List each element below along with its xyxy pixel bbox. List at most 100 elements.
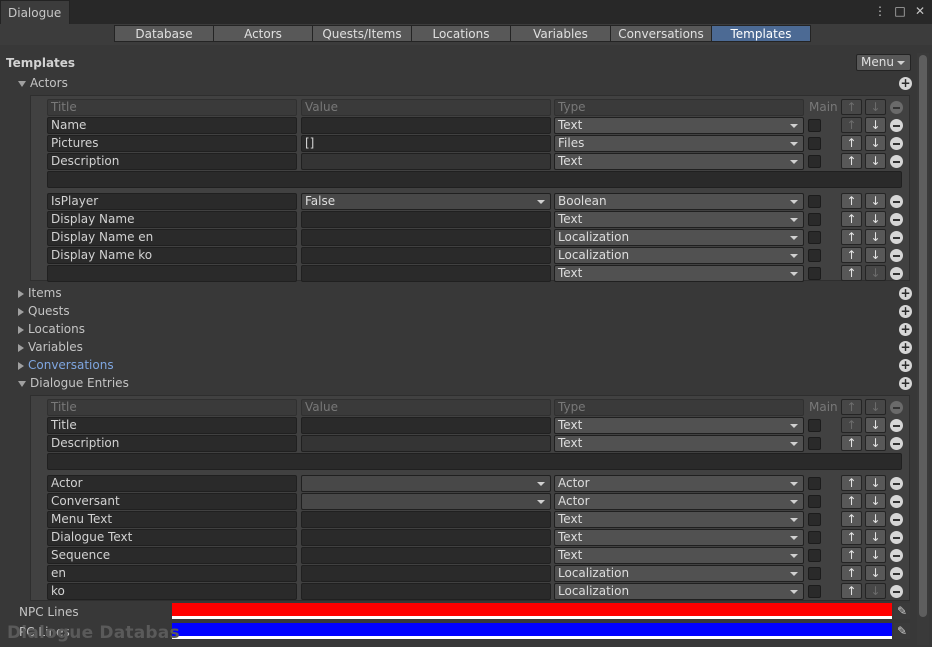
add-icon[interactable]: + <box>899 323 912 336</box>
dialogue-row-2-title-field[interactable]: Actor <box>47 475 297 492</box>
dialogue-row-7-main-checkbox[interactable] <box>808 567 821 580</box>
pc-color-swatch[interactable] <box>172 623 892 636</box>
dialogue-row-4-value-field[interactable] <box>301 511 551 528</box>
dialogue-row-1-remove-icon[interactable] <box>890 437 903 450</box>
foldout-variables[interactable]: Variables <box>18 340 83 354</box>
dialogue-row-6-main-checkbox[interactable] <box>808 549 821 562</box>
actors-row-7-move-up-icon[interactable]: ↑ <box>841 265 862 281</box>
dialogue-row-6-value-field[interactable] <box>301 547 551 564</box>
dialogue-row-2-main-checkbox[interactable] <box>808 477 821 490</box>
actors-row-1-type-dropdown[interactable]: Files <box>554 135 804 152</box>
actors-row-5-value-field[interactable] <box>301 229 551 246</box>
dialogue-row-3-remove-icon[interactable] <box>890 495 903 508</box>
window-tab[interactable]: Dialogue <box>0 0 70 24</box>
dialogue-row-2-type-dropdown[interactable]: Actor <box>554 475 804 492</box>
dialogue-row-7-move-down-icon[interactable]: ↓ <box>865 565 886 581</box>
tab-conversations[interactable]: Conversations <box>610 25 712 42</box>
actors-row-2-move-up-icon[interactable]: ↑ <box>841 153 862 169</box>
npc-color-swatch[interactable] <box>172 603 892 616</box>
actors-row-4-move-up-icon[interactable]: ↑ <box>841 211 862 227</box>
tab-quests-items[interactable]: Quests/Items <box>312 25 412 42</box>
actors-row-4-main-checkbox[interactable] <box>808 213 821 226</box>
actors-row-4-value-field[interactable] <box>301 211 551 228</box>
dialogue-row-7-move-up-icon[interactable]: ↑ <box>841 565 862 581</box>
dialogue-row-5-title-field[interactable]: Dialogue Text <box>47 529 297 546</box>
actors-row-0-main-checkbox[interactable] <box>808 119 821 132</box>
dialogue-row-6-title-field[interactable]: Sequence <box>47 547 297 564</box>
actors-row-3-value-field[interactable]: False <box>301 193 551 210</box>
dialogue-row-8-main-checkbox[interactable] <box>808 585 821 598</box>
actors-row-7-remove-icon[interactable] <box>890 267 903 280</box>
dialogue-row-0-title-field[interactable]: Title <box>47 417 297 434</box>
dialogue-row-6-remove-icon[interactable] <box>890 549 903 562</box>
add-icon[interactable]: + <box>899 77 912 90</box>
tab-actors[interactable]: Actors <box>213 25 313 42</box>
dialogue-row-1-move-up-icon[interactable]: ↑ <box>841 435 862 451</box>
dialogue-row-2-remove-icon[interactable] <box>890 477 903 490</box>
actors-row-5-remove-icon[interactable] <box>890 231 903 244</box>
actors-row-2-title-field[interactable]: Description <box>47 153 297 170</box>
actors-row-6-value-field[interactable] <box>301 247 551 264</box>
add-icon[interactable]: + <box>899 359 912 372</box>
dialogue-row-0-type-dropdown[interactable]: Text <box>554 417 804 434</box>
actors-row-0-move-down-icon[interactable]: ↓ <box>865 117 886 133</box>
dialogue-row-4-type-dropdown[interactable]: Text <box>554 511 804 528</box>
actors-row-0-type-dropdown[interactable]: Text <box>554 117 804 134</box>
actors-row-1-remove-icon[interactable] <box>890 137 903 150</box>
actors-row-6-main-checkbox[interactable] <box>808 249 821 262</box>
foldout-locations[interactable]: Locations <box>18 322 85 336</box>
dialogue-row-0-main-checkbox[interactable] <box>808 419 821 432</box>
dialogue-row-3-title-field[interactable]: Conversant <box>47 493 297 510</box>
actors-row-7-main-checkbox[interactable] <box>808 267 821 280</box>
dialogue-row-6-move-up-icon[interactable]: ↑ <box>841 547 862 563</box>
dialogue-row-1-value-field[interactable] <box>301 435 551 452</box>
dialogue-row-0-move-up-icon[interactable]: ↑ <box>841 417 862 433</box>
dialogue-row-8-move-down-icon[interactable]: ↓ <box>865 583 886 599</box>
dialogue-row-1-main-checkbox[interactable] <box>808 437 821 450</box>
dialogue-row-3-type-dropdown[interactable]: Actor <box>554 493 804 510</box>
tab-database[interactable]: Database <box>114 25 214 42</box>
actors-row-6-title-field[interactable]: Display Name ko <box>47 247 297 264</box>
dialogue-row-3-main-checkbox[interactable] <box>808 495 821 508</box>
dialogue-row-6-move-down-icon[interactable]: ↓ <box>865 547 886 563</box>
actors-row-5-main-checkbox[interactable] <box>808 231 821 244</box>
dialogue-row-8-value-field[interactable] <box>301 583 551 600</box>
dialogue-row-5-type-dropdown[interactable]: Text <box>554 529 804 546</box>
actors-row-2-main-checkbox[interactable] <box>808 155 821 168</box>
actors-row-1-title-field[interactable]: Pictures <box>47 135 297 152</box>
dialogue-row-3-move-down-icon[interactable]: ↓ <box>865 493 886 509</box>
actors-row-4-title-field[interactable]: Display Name <box>47 211 297 228</box>
dialogue-row-4-remove-icon[interactable] <box>890 513 903 526</box>
actors-row-0-move-up-icon[interactable]: ↑ <box>841 117 862 133</box>
tab-locations[interactable]: Locations <box>411 25 511 42</box>
scrollbar-thumb[interactable] <box>919 55 927 617</box>
actors-row-3-title-field[interactable]: IsPlayer <box>47 193 297 210</box>
actors-row-7-move-down-icon[interactable]: ↓ <box>865 265 886 281</box>
more-options-icon[interactable]: ⋮ <box>874 4 886 18</box>
foldout-dialogue-entries[interactable]: Dialogue Entries <box>18 376 129 390</box>
actors-row-3-move-up-icon[interactable]: ↑ <box>841 193 862 209</box>
foldout-items[interactable]: Items <box>18 286 62 300</box>
dialogue-row-5-move-down-icon[interactable]: ↓ <box>865 529 886 545</box>
menu-button[interactable]: Menu <box>856 54 911 71</box>
actors-row-7-type-dropdown[interactable]: Text <box>554 265 804 282</box>
dialogue-row-4-title-field[interactable]: Menu Text <box>47 511 297 528</box>
actors-row-2-remove-icon[interactable] <box>890 155 903 168</box>
actors-row-5-type-dropdown[interactable]: Localization <box>554 229 804 246</box>
foldout-quests[interactable]: Quests <box>18 304 70 318</box>
dialogue-row-1-type-dropdown[interactable]: Text <box>554 435 804 452</box>
actors-separator-field[interactable] <box>47 171 902 188</box>
dialogue-row-6-type-dropdown[interactable]: Text <box>554 547 804 564</box>
actors-row-3-main-checkbox[interactable] <box>808 195 821 208</box>
dialogue-row-2-value-field[interactable] <box>301 475 551 492</box>
dialogue-row-7-type-dropdown[interactable]: Localization <box>554 565 804 582</box>
actors-row-1-move-down-icon[interactable]: ↓ <box>865 135 886 151</box>
actors-row-5-move-down-icon[interactable]: ↓ <box>865 229 886 245</box>
add-icon[interactable]: + <box>899 287 912 300</box>
actors-row-0-title-field[interactable]: Name <box>47 117 297 134</box>
dialogue-row-0-value-field[interactable] <box>301 417 551 434</box>
add-icon[interactable]: + <box>899 377 912 390</box>
actors-row-7-value-field[interactable] <box>301 265 551 282</box>
dialogue-row-1-title-field[interactable]: Description <box>47 435 297 452</box>
actors-row-0-value-field[interactable] <box>301 117 551 134</box>
